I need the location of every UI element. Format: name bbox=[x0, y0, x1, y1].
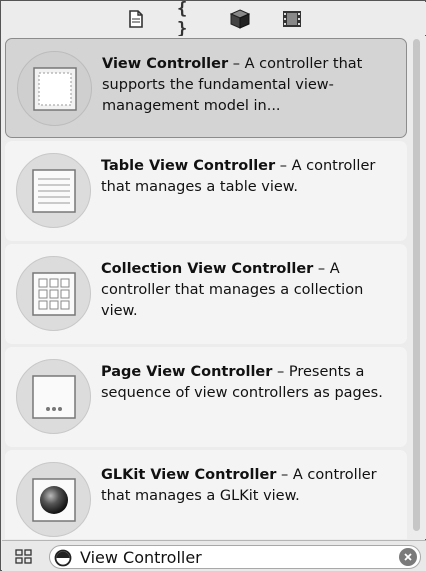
library-item-view-controller[interactable]: View Controller – A controller that supp… bbox=[5, 38, 407, 138]
library-item-text: Page View Controller – Presents a sequen… bbox=[101, 362, 391, 404]
library-item-separator: – bbox=[276, 467, 293, 483]
library-item-separator: – bbox=[228, 56, 245, 72]
library-item-separator: – bbox=[272, 364, 289, 380]
clear-search-icon[interactable] bbox=[399, 548, 417, 566]
glkit-view-controller-icon bbox=[16, 462, 91, 537]
grid-view-icon[interactable] bbox=[15, 549, 33, 565]
library-item-text: Collection View Controller – A controlle… bbox=[101, 259, 391, 322]
object-library-list: View Controller – A controller that supp… bbox=[2, 36, 426, 539]
page-view-controller-icon bbox=[16, 359, 91, 434]
library-item-collection-view-controller[interactable]: Collection View Controller – A controlle… bbox=[5, 244, 407, 344]
collection-view-controller-icon bbox=[16, 256, 91, 331]
library-item-separator: – bbox=[313, 261, 330, 277]
table-view-controller-icon bbox=[16, 153, 91, 228]
scrollbar-thumb[interactable] bbox=[413, 39, 420, 531]
filter-search-field[interactable] bbox=[49, 545, 421, 569]
code-snippet-icon[interactable]: { } bbox=[177, 0, 199, 39]
view-controller-icon bbox=[17, 51, 92, 126]
library-item-page-view-controller[interactable]: Page View Controller – Presents a sequen… bbox=[5, 347, 407, 447]
library-item-text: Table View Controller – A controller tha… bbox=[101, 156, 391, 198]
library-item-separator: – bbox=[275, 158, 292, 174]
object-cube-icon[interactable] bbox=[229, 8, 251, 30]
library-item-text: View Controller – A controller that supp… bbox=[102, 54, 392, 117]
media-film-icon[interactable] bbox=[281, 8, 303, 30]
library-item-title: View Controller bbox=[102, 56, 229, 72]
filter-search-input[interactable] bbox=[80, 546, 380, 568]
library-item-title: GLKit View Controller bbox=[101, 467, 277, 483]
library-item-title: Collection View Controller bbox=[101, 261, 314, 277]
library-item-title: Page View Controller bbox=[101, 364, 273, 380]
library-scrollbar[interactable] bbox=[410, 36, 424, 539]
filter-bar bbox=[2, 540, 426, 571]
library-selector-bar: { } bbox=[2, 0, 426, 39]
library-item-glkit-view-controller[interactable]: GLKit View Controller – A controller tha… bbox=[5, 450, 407, 539]
filter-circle-icon[interactable] bbox=[54, 549, 72, 567]
file-template-icon[interactable] bbox=[125, 8, 147, 30]
library-item-title: Table View Controller bbox=[101, 158, 276, 174]
library-item-text: GLKit View Controller – A controller tha… bbox=[101, 465, 391, 507]
library-item-table-view-controller[interactable]: Table View Controller – A controller tha… bbox=[5, 141, 407, 241]
object-library-panel: { } View Controller – A controller that … bbox=[0, 0, 426, 571]
